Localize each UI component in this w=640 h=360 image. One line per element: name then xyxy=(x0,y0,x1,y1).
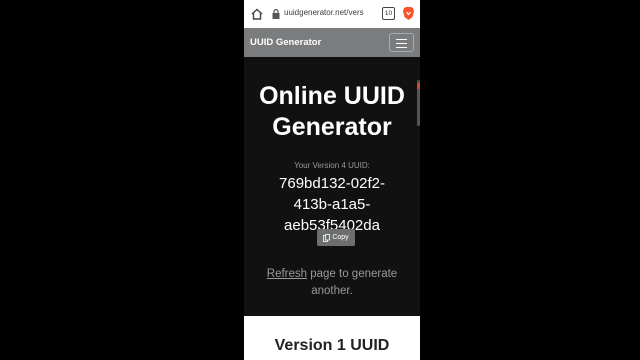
lock-icon xyxy=(272,8,280,19)
uuid-line: 413b-a1a5- xyxy=(293,196,371,213)
uuid-line: 769bd132-02f2- xyxy=(279,175,385,192)
refresh-text: page to generate xyxy=(307,268,398,280)
refresh-link[interactable]: Refresh xyxy=(267,268,307,280)
brave-icon[interactable] xyxy=(402,6,415,21)
uuid-version-label: Your Version 4 UUID: xyxy=(294,161,370,170)
section-title: Version 1 UUID xyxy=(274,337,390,354)
home-icon[interactable] xyxy=(250,7,264,21)
hamburger-icon xyxy=(396,39,407,41)
browser-address-bar: uuidgenerator.net/vers 10 xyxy=(244,0,420,28)
hamburger-icon xyxy=(396,43,407,45)
brand-link[interactable]: UUID Generator xyxy=(250,37,321,48)
menu-toggle-button[interactable] xyxy=(389,33,414,52)
tabs-icon[interactable]: 10 xyxy=(382,7,395,20)
title-line: Generator xyxy=(272,113,392,141)
phone-viewport: uuidgenerator.net/vers 10 UUID Generator… xyxy=(244,0,420,360)
copy-label: Copy xyxy=(332,234,349,241)
title-line: Online UUID xyxy=(259,82,405,110)
refresh-instructions: Refresh page to generate another. xyxy=(244,266,420,300)
copy-button[interactable]: Copy xyxy=(317,229,355,246)
refresh-text: another. xyxy=(311,285,353,297)
hamburger-icon xyxy=(396,47,407,49)
uuid-value: 769bd132-02f2- 413b-a1a5- aeb53f5402da xyxy=(244,173,420,236)
url-field[interactable]: uuidgenerator.net/vers xyxy=(284,8,368,17)
copy-icon xyxy=(323,233,331,242)
page-title: Online UUID Generator xyxy=(244,81,420,143)
site-navbar: UUID Generator xyxy=(244,28,420,57)
